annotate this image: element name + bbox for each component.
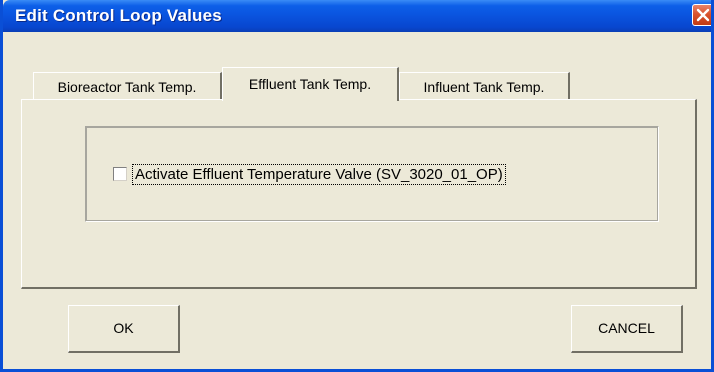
title-bar[interactable]: Edit Control Loop Values xyxy=(3,0,711,32)
activate-valve-label[interactable]: Activate Effluent Temperature Valve (SV_… xyxy=(132,164,506,185)
close-icon xyxy=(696,8,710,22)
tab-label: Bioreactor Tank Temp. xyxy=(57,79,197,95)
dialog-window: Edit Control Loop Values Bioreactor Tank… xyxy=(0,0,714,372)
window-title: Edit Control Loop Values xyxy=(15,6,222,25)
cancel-button[interactable]: CANCEL xyxy=(571,305,683,353)
tab-panel: Activate Effluent Temperature Valve (SV_… xyxy=(21,99,697,289)
close-button[interactable] xyxy=(692,4,711,26)
tab-influent-tank-temp[interactable]: Influent Tank Temp. xyxy=(399,72,570,100)
activate-valve-checkbox[interactable] xyxy=(113,167,127,181)
ok-button[interactable]: OK xyxy=(68,305,180,353)
tab-label: Effluent Tank Temp. xyxy=(248,76,372,92)
group-box: Activate Effluent Temperature Valve (SV_… xyxy=(85,126,659,222)
tab-effluent-tank-temp[interactable]: Effluent Tank Temp. xyxy=(222,67,399,101)
tab-label: Influent Tank Temp. xyxy=(423,79,545,95)
tab-bioreactor-tank-temp[interactable]: Bioreactor Tank Temp. xyxy=(33,72,222,100)
